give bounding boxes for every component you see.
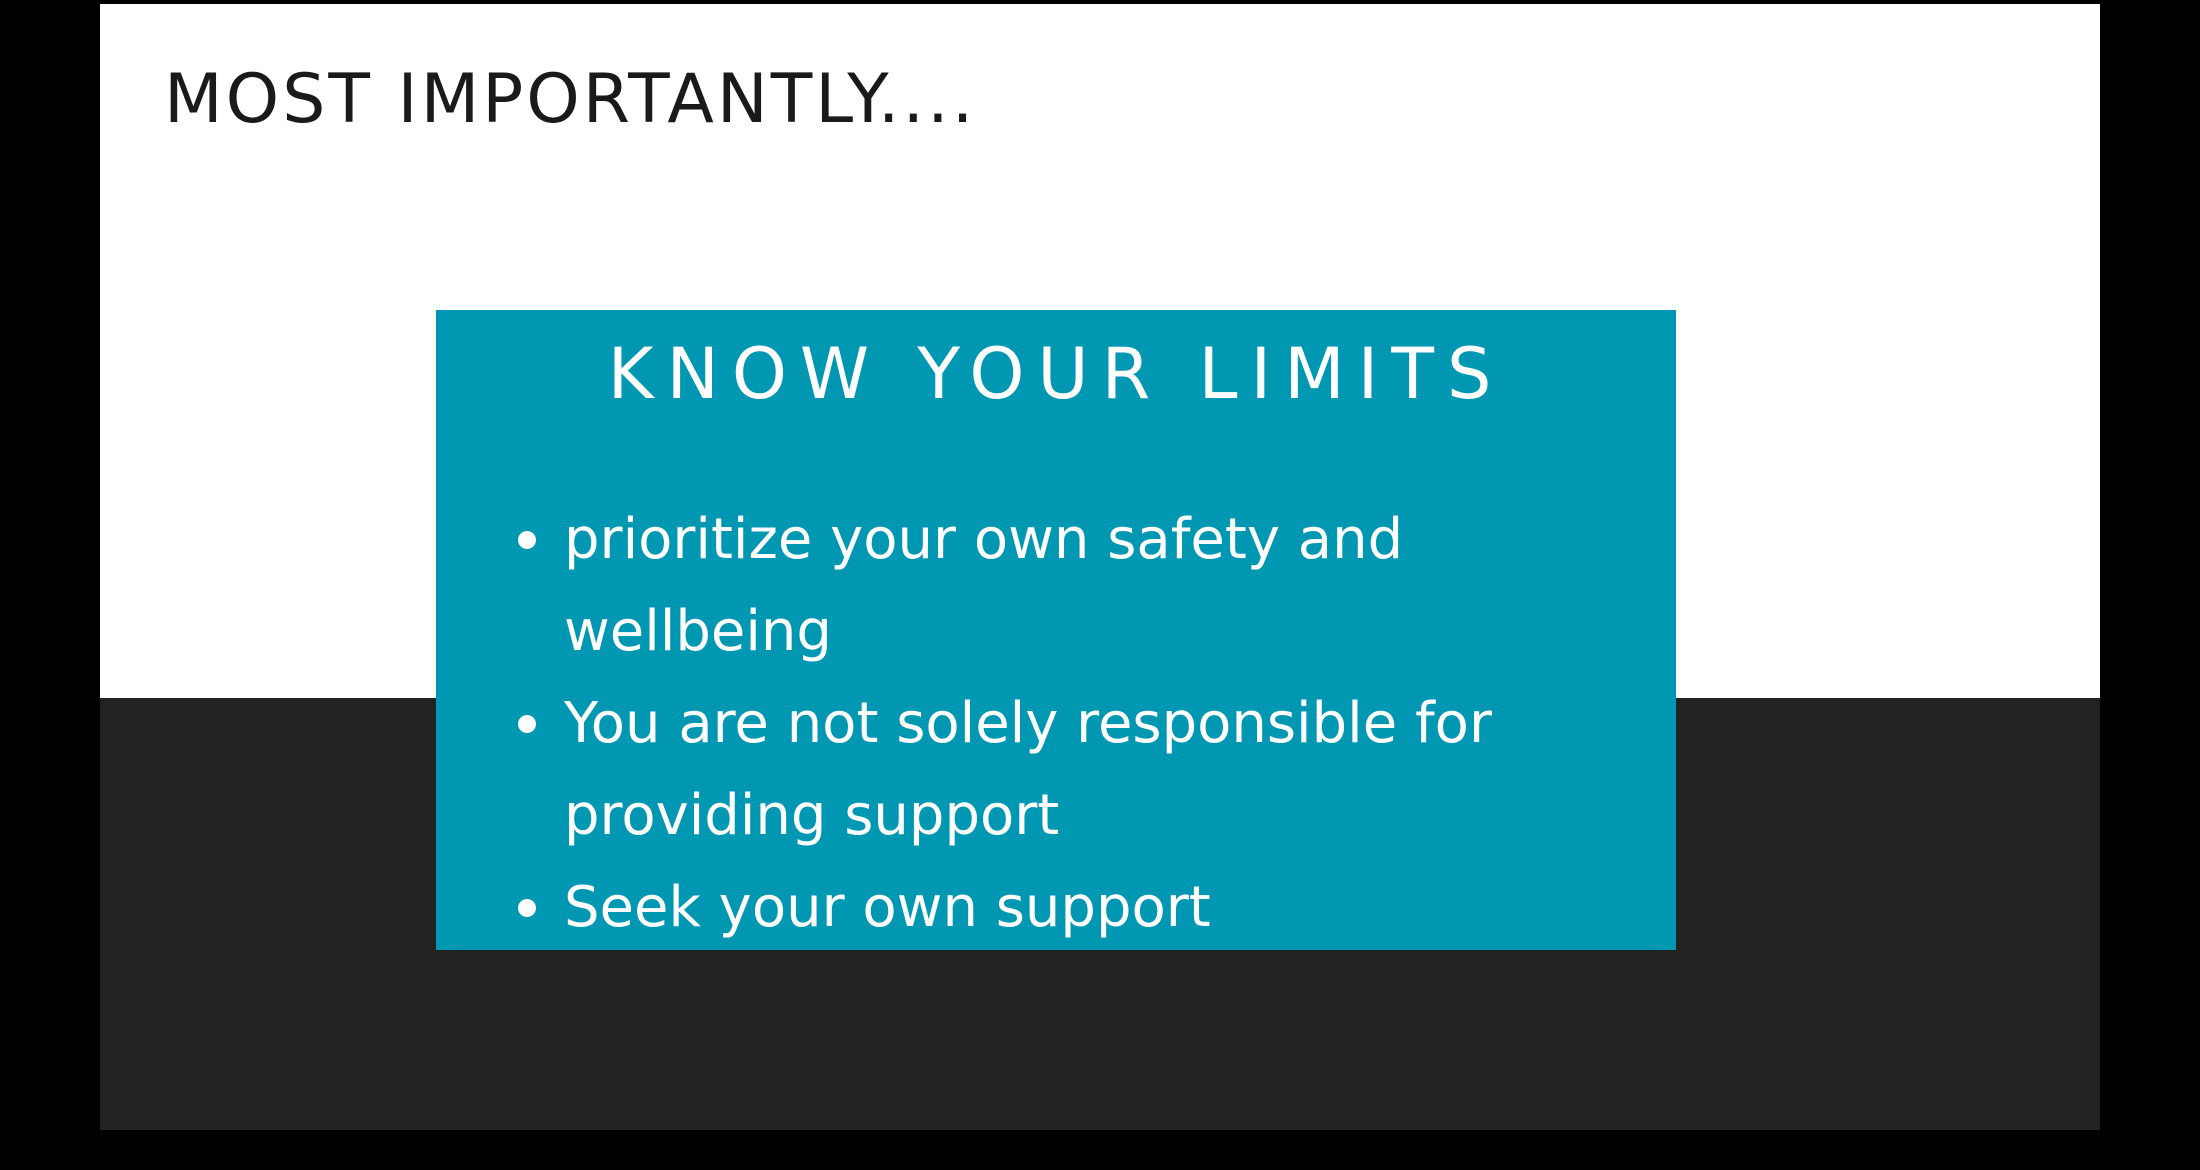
bullet-item: prioritize your own safety and wellbeing <box>518 494 1654 678</box>
bullet-text: Seek your own support <box>564 875 1211 940</box>
bullet-list: prioritize your own safety and wellbeing… <box>518 494 1654 954</box>
bullet-text: You are not solely responsible for provi… <box>564 691 1492 848</box>
bullet-item: Seek your own support <box>518 862 1654 954</box>
bullet-text: prioritize your own safety and wellbeing <box>564 507 1404 664</box>
callout-heading: KNOW YOUR LIMITS <box>607 333 1505 415</box>
bullet-icon <box>518 715 536 733</box>
bullet-icon <box>518 531 536 549</box>
slide-title: MOST IMPORTANTLY.... <box>164 60 977 139</box>
slide: MOST IMPORTANTLY.... KNOW YOUR LIMITS pr… <box>100 4 2100 1130</box>
bullet-icon <box>518 899 536 917</box>
callout-box: KNOW YOUR LIMITS prioritize your own saf… <box>436 310 1676 950</box>
bullet-item: You are not solely responsible for provi… <box>518 678 1654 862</box>
